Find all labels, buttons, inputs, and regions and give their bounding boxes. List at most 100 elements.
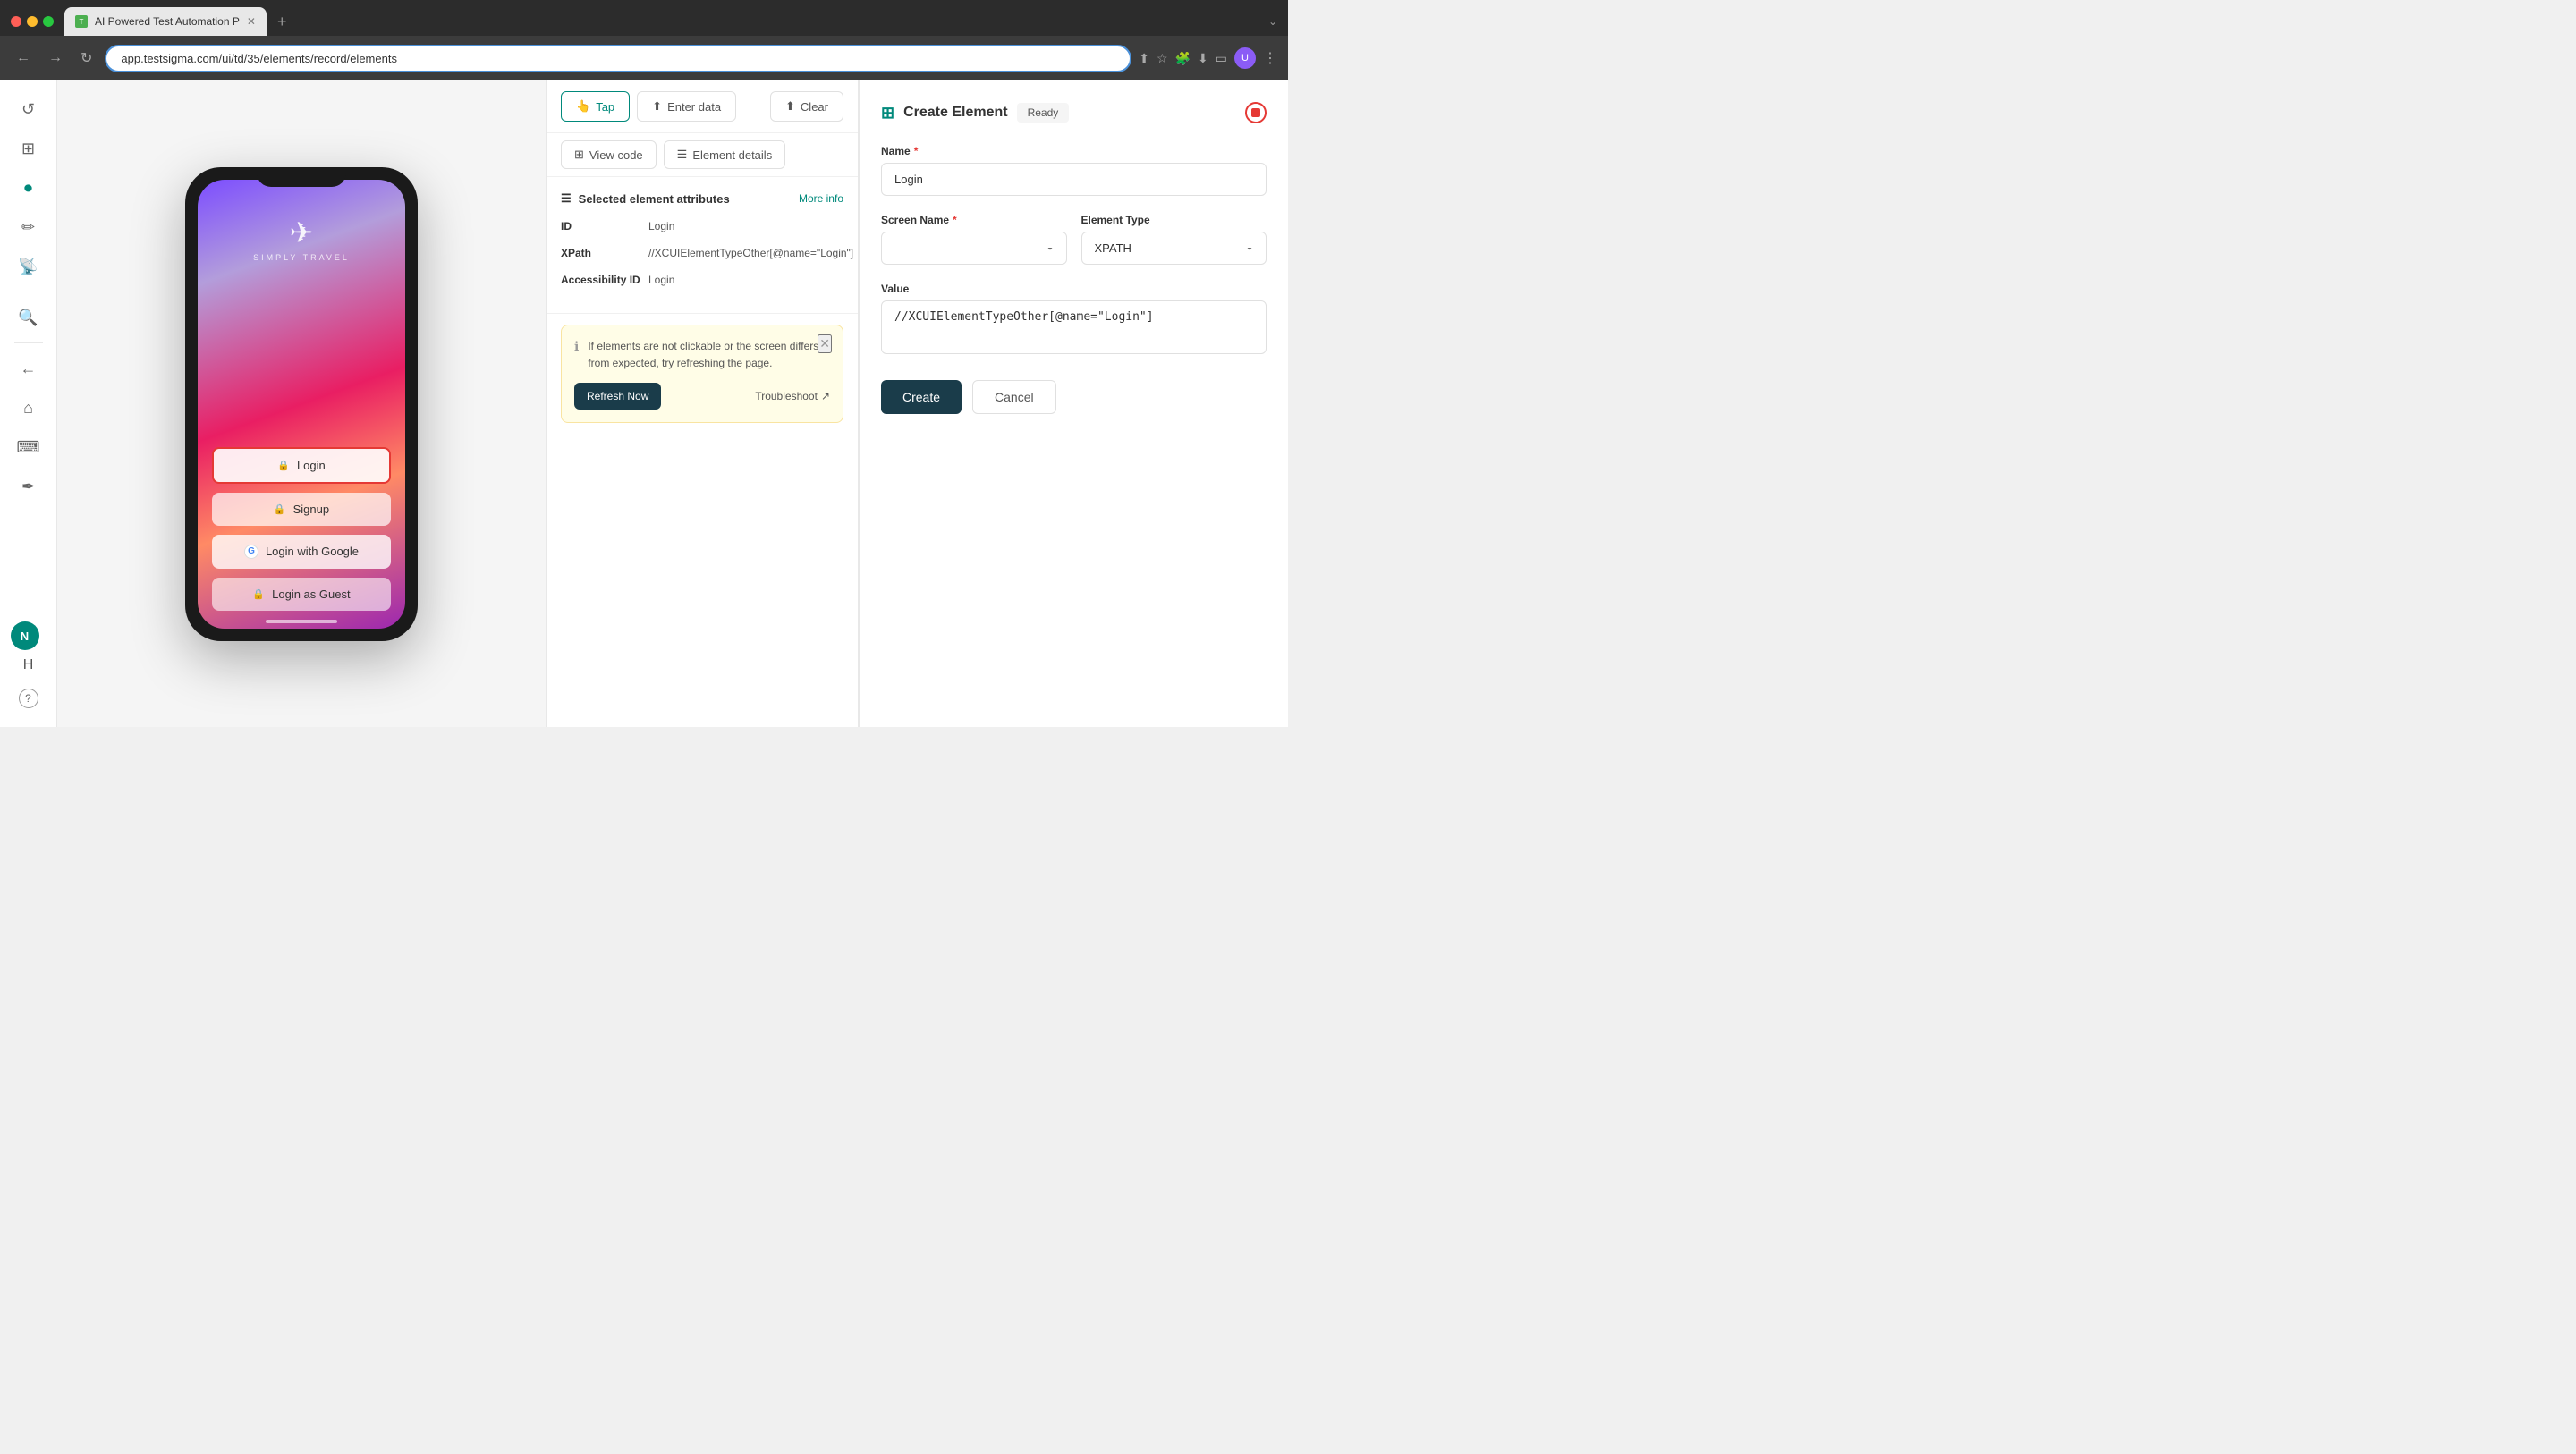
element-type-select[interactable]: XPATH [1081, 232, 1267, 265]
layout-icon: ⊞ [21, 139, 35, 158]
create-button[interactable]: Create [881, 380, 962, 414]
tap-icon: 👆 [576, 99, 590, 114]
selected-element-title-text: Selected element attributes [579, 192, 730, 206]
selected-element-panel: ☰ Selected element attributes More info … [547, 177, 858, 314]
element-type-col: Element Type XPATH [1081, 214, 1267, 265]
phone-preview-area: ✈ SIMPLY TRAVEL 🔒 Login 🔒 [57, 80, 546, 727]
lock-icon-signup: 🔒 [274, 503, 286, 515]
value-label: Value [881, 283, 1267, 295]
cancel-button[interactable]: Cancel [972, 380, 1056, 414]
help-icon: ? [19, 689, 38, 708]
sidebar-icon-keyboard[interactable]: ⌨ [11, 429, 47, 465]
address-bar[interactable]: app.testsigma.com/ui/td/35/elements/reco… [105, 45, 1131, 72]
sidebar-toggle-icon[interactable]: ▭ [1216, 51, 1227, 66]
tab-favicon: T [75, 15, 88, 28]
user-avatar[interactable]: N [11, 621, 39, 650]
phone-google-button[interactable]: G Login with Google [212, 535, 391, 569]
sidebar-icon-back[interactable]: ← [11, 351, 47, 386]
forward-button[interactable]: → [43, 46, 68, 70]
sidebar-icon-pen[interactable]: ✒ [11, 469, 47, 504]
sidebar-icon-layout[interactable]: ⊞ [11, 131, 47, 166]
attr-accessibility-value: Login [648, 272, 843, 288]
active-tab[interactable]: T AI Powered Test Automation P ✕ [64, 7, 267, 36]
back-icon: ← [21, 359, 37, 378]
screen-name-select[interactable] [881, 232, 1067, 265]
search-icon: 🔍 [18, 309, 38, 327]
edit-icon: ✏ [21, 218, 35, 237]
phone-buttons-container: 🔒 Login 🔒 Signup G Login wit [212, 447, 391, 611]
login-button-label: Login [297, 459, 326, 472]
phone-signup-button[interactable]: 🔒 Signup [212, 493, 391, 526]
enter-data-icon: ⬆ [652, 99, 662, 114]
info-icon: ℹ [574, 339, 579, 354]
download-icon[interactable]: ⬇ [1198, 51, 1208, 66]
traffic-light-green[interactable] [43, 16, 54, 27]
panel-header: ⊞ Create Element Ready [881, 102, 1267, 123]
attr-xpath-label: XPath [561, 245, 641, 259]
tap-button[interactable]: 👆 Tap [561, 91, 630, 122]
share-icon[interactable]: ⬆ [1139, 51, 1149, 66]
view-code-tab[interactable]: ⊞ View code [561, 140, 657, 169]
attribute-xpath-row: XPath //XCUIElementTypeOther[@name="Logi… [561, 245, 843, 261]
google-button-label: Login with Google [266, 545, 359, 558]
middle-panel: 👆 Tap ⬆ Enter data ⬆ Clear ⊞ View code [546, 80, 859, 727]
sidebar-icon-home[interactable]: ⌂ [11, 390, 47, 426]
app-logo-text: SIMPLY TRAVEL [253, 253, 350, 262]
tab-close-button[interactable]: ✕ [247, 15, 256, 28]
lock-icon-guest: 🔒 [252, 588, 265, 600]
stop-recording-button[interactable] [1245, 102, 1267, 123]
value-form-group: Value //XCUIElementTypeOther[@name="Logi… [881, 283, 1267, 359]
refresh-icon: ↺ [21, 100, 35, 119]
clear-button[interactable]: ⬆ Clear [770, 91, 843, 122]
element-details-tab[interactable]: ☰ Element details [664, 140, 786, 169]
screen-name-required-indicator: * [953, 214, 957, 226]
attr-id-value: Login [648, 218, 843, 234]
guest-button-label: Login as Guest [272, 588, 350, 601]
action-bar: 👆 Tap ⬆ Enter data ⬆ Clear [547, 80, 858, 133]
attr-xpath-value: //XCUIElementTypeOther[@name="Login"] [648, 245, 853, 261]
notification-text: If elements are not clickable or the scr… [588, 338, 830, 372]
reload-button[interactable]: ↻ [75, 46, 97, 71]
sidebar-icon-edit[interactable]: ✏ [11, 209, 47, 245]
name-input[interactable] [881, 163, 1267, 196]
phone-login-button[interactable]: 🔒 Login [212, 447, 391, 484]
ready-badge: Ready [1017, 103, 1070, 123]
traffic-light-yellow[interactable] [27, 16, 38, 27]
left-sidebar: ↺ ⊞ ⏺ ✏ 📡 🔍 ← ⌂ ⌨ ✒ [0, 80, 57, 727]
stop-recording-icon [1251, 108, 1260, 117]
new-tab-button[interactable]: + [270, 13, 294, 31]
form-actions: Create Cancel [881, 380, 1267, 414]
troubleshoot-link[interactable]: Troubleshoot ↗ [755, 390, 830, 402]
refresh-now-button[interactable]: Refresh Now [574, 383, 661, 410]
phone-guest-button[interactable]: 🔒 Login as Guest [212, 578, 391, 611]
browser-menu-icon[interactable]: ⌄ [1268, 15, 1277, 28]
sidebar-icon-record[interactable]: ⏺ [11, 170, 47, 206]
enter-data-button[interactable]: ⬆ Enter data [637, 91, 736, 122]
profile-icon[interactable]: U [1234, 47, 1256, 69]
wifi-icon: 📡 [18, 258, 38, 276]
extensions-icon[interactable]: 🧩 [1175, 51, 1191, 66]
clear-icon: ⬆ [785, 99, 795, 114]
sidebar-icon-wifi[interactable]: 📡 [11, 249, 47, 284]
attr-accessibility-label: Accessibility ID [561, 272, 641, 286]
sidebar-icon-search[interactable]: 🔍 [11, 300, 47, 335]
sidebar-icon-help[interactable]: ? [11, 681, 47, 716]
attr-id-label: ID [561, 218, 641, 232]
url-text: app.testsigma.com/ui/td/35/elements/reco… [121, 52, 1115, 65]
more-info-link[interactable]: More info [799, 192, 843, 205]
selected-element-icon: ☰ [561, 191, 572, 206]
bookmark-icon[interactable]: ☆ [1157, 51, 1168, 66]
menu-icon[interactable]: ⋮ [1263, 49, 1277, 67]
name-form-group: Name * [881, 145, 1267, 196]
tab-title: AI Powered Test Automation P [95, 15, 240, 28]
back-button[interactable]: ← [11, 46, 36, 70]
signup-button-label: Signup [293, 503, 329, 516]
view-tabs: ⊞ View code ☰ Element details [547, 133, 858, 177]
google-icon: G [244, 545, 258, 559]
notification-close-button[interactable]: ✕ [818, 334, 832, 353]
sidebar-icon-refresh[interactable]: ↺ [11, 91, 47, 127]
traffic-light-red[interactable] [11, 16, 21, 27]
phone-home-bar [266, 620, 337, 623]
value-textarea[interactable]: //XCUIElementTypeOther[@name="Login"] [881, 300, 1267, 354]
right-panel-create-element: ⊞ Create Element Ready Name * [859, 80, 1288, 727]
